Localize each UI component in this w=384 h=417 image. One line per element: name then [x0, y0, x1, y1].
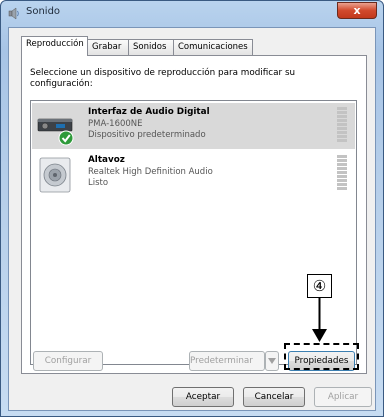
window-title: Sonido [26, 6, 61, 17]
instruction-text: Seleccione un dispositivo de reproducció… [30, 68, 296, 89]
device-model: PMA-1600NE [88, 119, 143, 129]
tab-playback[interactable]: Reproducción [21, 36, 88, 56]
device-name: Altavoz [88, 155, 125, 165]
chevron-down-icon [268, 358, 276, 364]
set-default-button[interactable]: Predeterminar [189, 351, 265, 371]
speaker-icon [39, 157, 71, 193]
device-status: Dispositivo predeterminado [88, 130, 206, 140]
device-name: Interfaz de Audio Digital [88, 107, 210, 117]
tab-sounds[interactable]: Sonidos [128, 39, 174, 55]
configure-button[interactable]: Configurar [33, 351, 103, 371]
device-status: Listo [88, 178, 109, 188]
callout-number: ④ [307, 274, 332, 298]
set-default-dropdown[interactable] [265, 351, 279, 371]
volume-level-meter [337, 107, 347, 143]
device-item-speaker[interactable]: Altavoz Realtek High Definition Audio Li… [32, 151, 355, 197]
close-button[interactable]: x [337, 2, 377, 19]
device-model: Realtek High Definition Audio [88, 167, 213, 177]
volume-level-meter [337, 155, 347, 191]
title-bar[interactable]: Sonido x [1, 1, 383, 25]
callout-arrow [312, 297, 327, 342]
speaker-icon [8, 7, 19, 20]
device-item-digital-interface[interactable]: Interfaz de Audio Digital PMA-1600NE Dis… [32, 103, 355, 149]
cancel-button[interactable]: Cancelar [243, 387, 305, 407]
tab-communications[interactable]: Comunicaciones [173, 39, 253, 55]
digital-audio-interface-icon [37, 118, 74, 146]
tab-recording[interactable]: Grabar [87, 39, 129, 55]
apply-button[interactable]: Aplicar [314, 387, 372, 407]
callout-highlight-box [284, 343, 359, 370]
accept-button[interactable]: Aceptar [172, 387, 234, 407]
sound-dialog-window: Sonido x Reproducción Grabar Sonidos Com… [0, 0, 384, 417]
